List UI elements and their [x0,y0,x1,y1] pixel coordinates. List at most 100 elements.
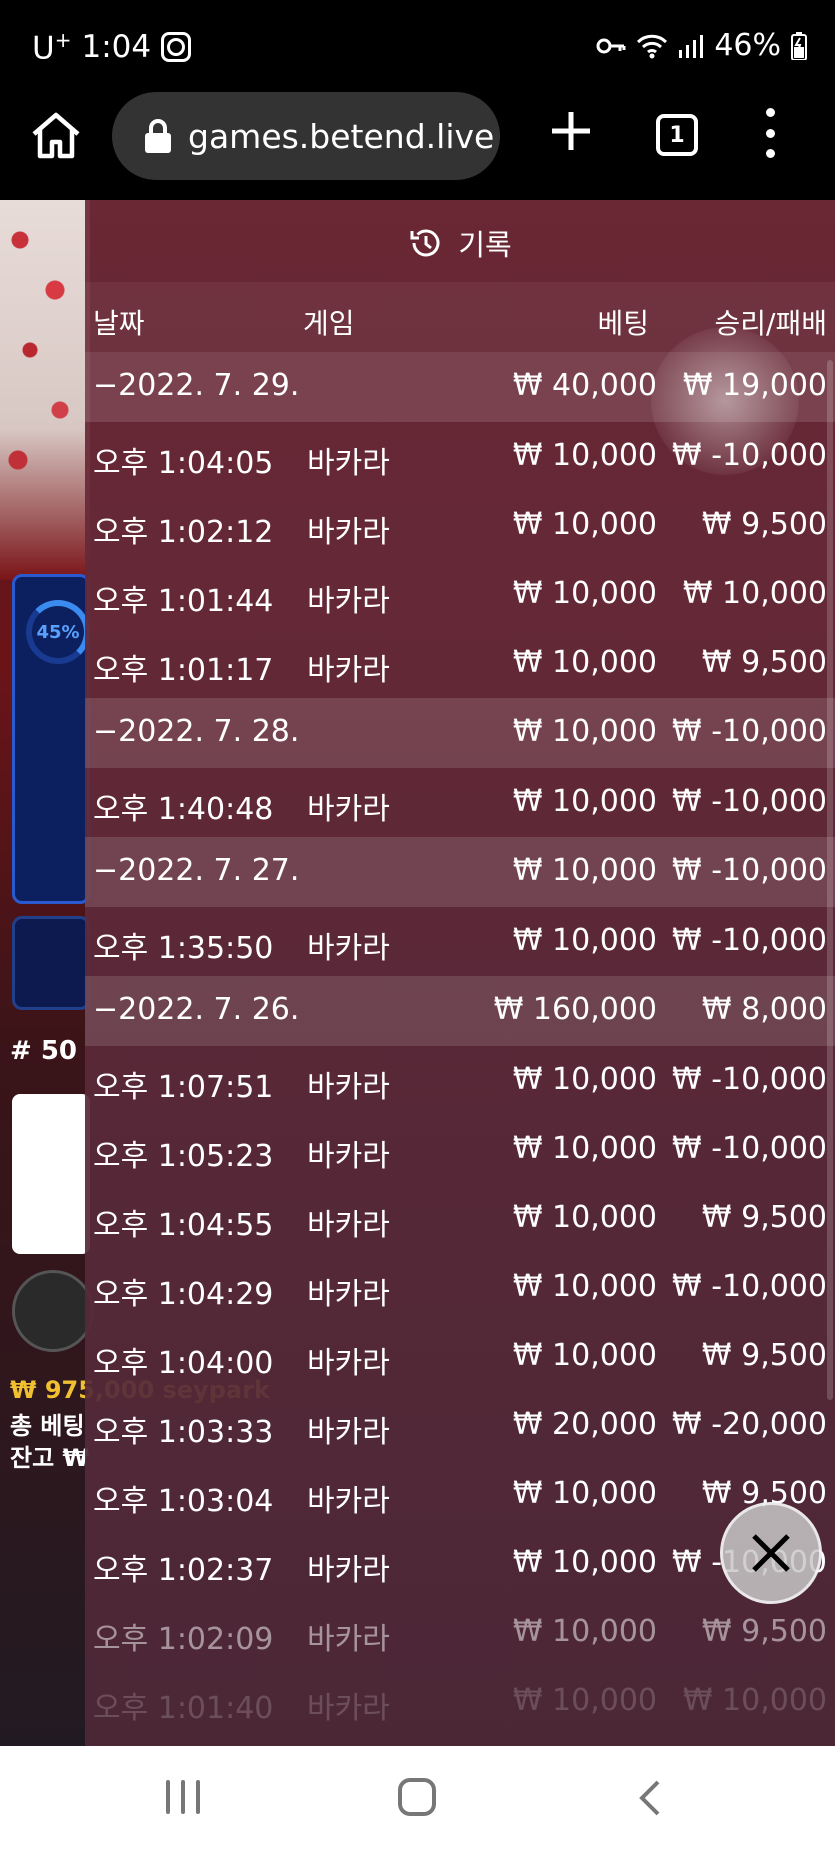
history-bet: ₩ 10,000 [512,853,657,888]
history-bet: ₩ 10,000 [512,1683,657,1718]
history-result: ₩ -10,000 [672,714,827,749]
tab-switcher-button[interactable]: 1 [656,114,698,156]
history-date: −2022. 7. 29. [93,368,300,403]
history-game: 바카라 [307,446,390,481]
history-date: 오후 1:02:37 [93,1553,274,1588]
history-bet: ₩ 10,000 [512,714,657,749]
history-result: ₩ -10,000 [672,438,827,473]
history-game: 바카라 [307,515,390,550]
history-bet-row: 오후 1:05:23 바카라 ₩ 10,000 ₩ -10,000 [85,1115,835,1184]
history-bet: ₩ 40,000 [512,368,657,403]
history-bet: ₩ 10,000 [512,1545,657,1580]
history-date: 오후 1:07:51 [93,1070,274,1105]
history-bet: ₩ 10,000 [512,784,657,819]
url-bar[interactable]: games.betend.live [112,92,500,180]
history-bet: ₩ 10,000 [512,645,657,680]
history-game: 바카라 [307,653,390,688]
history-day-row[interactable]: −2022. 7. 28. ₩ 10,000 ₩ -10,000 [85,698,835,768]
history-result: ₩ 9,500 [701,1338,827,1373]
more-vert-icon[interactable] [760,108,780,158]
history-date: 오후 1:01:40 [93,1691,274,1726]
history-bet-row: 오후 1:40:48 바카라 ₩ 10,000 ₩ -10,000 [85,768,835,837]
history-bet-row: 오후 1:01:17 바카라 ₩ 10,000 ₩ 9,500 [85,629,835,698]
bet-panel-secondary[interactable] [12,916,90,1010]
scrollbar[interactable] [827,360,833,1400]
history-bet-row: 오후 1:01:40 바카라 ₩ 10,000 ₩ 10,000 [85,1667,835,1736]
status-left: U+ 1:04 [32,28,192,66]
status-bar: U+ 1:04 46% [0,0,835,92]
browser-toolbar: games.betend.live 1 [0,92,835,200]
history-bet: ₩ 160,000 [493,992,657,1027]
history-date: 오후 1:40:48 [93,792,274,827]
history-result: ₩ -10,000 [672,784,827,819]
history-bet-row: 오후 1:01:44 바카라 ₩ 10,000 ₩ 10,000 [85,560,835,629]
history-result: ₩ 10,000 [682,1683,827,1718]
back-icon[interactable] [632,1778,668,1818]
history-result: ₩ -10,000 [672,853,827,888]
history-game: 바카라 [307,1622,390,1657]
history-game: 바카라 [307,1070,390,1105]
history-date: 오후 1:01:17 [93,653,274,688]
chip-button[interactable] [12,1270,94,1352]
history-date: −2022. 7. 28. [93,714,300,749]
history-bet: ₩ 20,000 [512,1407,657,1442]
history-game: 바카라 [307,1208,390,1243]
history-result: ₩ 8,000 [701,992,827,1027]
history-bet: ₩ 10,000 [512,1269,657,1304]
history-result: ₩ -20,000 [672,1407,827,1442]
close-button[interactable] [720,1502,822,1604]
history-game: 바카라 [307,1415,390,1450]
history-bet: ₩ 10,000 [512,438,657,473]
battery-charging-icon [791,31,807,60]
history-date: 오후 1:04:05 [93,446,274,481]
history-game: 바카라 [307,792,390,827]
history-date: −2022. 7. 27. [93,853,300,888]
history-game: 바카라 [307,1553,390,1588]
history-result: ₩ 10,000 [682,576,827,611]
history-bet: ₩ 10,000 [512,1338,657,1373]
history-game: 바카라 [307,1484,390,1519]
history-panel: 기록 날짜 게임 베팅 승리/패배 −2022. 7. 29. ₩ 40,000 ₩… [85,200,835,1746]
home-nav-button[interactable] [398,1778,436,1816]
history-day-row[interactable]: −2022. 7. 27. ₩ 10,000 ₩ -10,000 [85,837,835,907]
lock-icon [145,119,171,153]
system-nav-bar [0,1746,835,1856]
round-number: # 50 [10,1036,78,1066]
history-bet-row: 오후 1:04:00 바카라 ₩ 10,000 ₩ 9,500 [85,1322,835,1391]
column-game[interactable]: 게임 [303,302,355,342]
history-date: 오후 1:04:55 [93,1208,274,1243]
tab-count: 1 [669,122,685,148]
history-day-row[interactable]: −2022. 7. 26. ₩ 160,000 ₩ 8,000 [85,976,835,1046]
recents-button[interactable] [166,1780,200,1814]
history-bet-row: 오후 1:02:09 바카라 ₩ 10,000 ₩ 9,500 [85,1598,835,1667]
history-date: 오후 1:35:50 [93,931,274,966]
close-icon [752,1534,790,1572]
history-result: ₩ -10,000 [672,1269,827,1304]
history-game: 바카라 [307,1277,390,1312]
history-bet-row: 오후 1:04:29 바카라 ₩ 10,000 ₩ -10,000 [85,1253,835,1322]
history-result: ₩ 19,000 [682,368,827,403]
url-text: games.betend.live [188,116,495,156]
history-bet-row: 오후 1:04:05 바카라 ₩ 10,000 ₩ -10,000 [85,422,835,491]
plus-icon[interactable] [548,108,594,154]
history-title: 기록 [85,218,835,268]
column-date[interactable]: 날짜 [93,302,145,342]
history-game: 바카라 [307,1691,390,1726]
history-bet: ₩ 10,000 [512,507,657,542]
clock: 1:04 [81,29,152,66]
column-bet[interactable]: 베팅 [597,302,649,342]
history-date: 오후 1:04:29 [93,1277,274,1312]
history-day-row[interactable]: −2022. 7. 29. ₩ 40,000 ₩ 19,000 [85,352,835,422]
blossom-decoration [0,200,90,580]
column-result[interactable]: 승리/패배 [715,302,827,342]
history-result: ₩ 9,500 [701,1614,827,1649]
history-date: 오후 1:03:04 [93,1484,274,1519]
history-date: 오후 1:04:00 [93,1346,274,1381]
balance-label: 잔고 ₩ [10,1444,89,1472]
history-bet: ₩ 10,000 [512,923,657,958]
history-bet: ₩ 10,000 [512,1131,657,1166]
history-date: 오후 1:01:44 [93,584,274,619]
history-result: ₩ 9,500 [701,1200,827,1235]
home-icon[interactable] [30,110,82,162]
history-bet: ₩ 10,000 [512,1476,657,1511]
